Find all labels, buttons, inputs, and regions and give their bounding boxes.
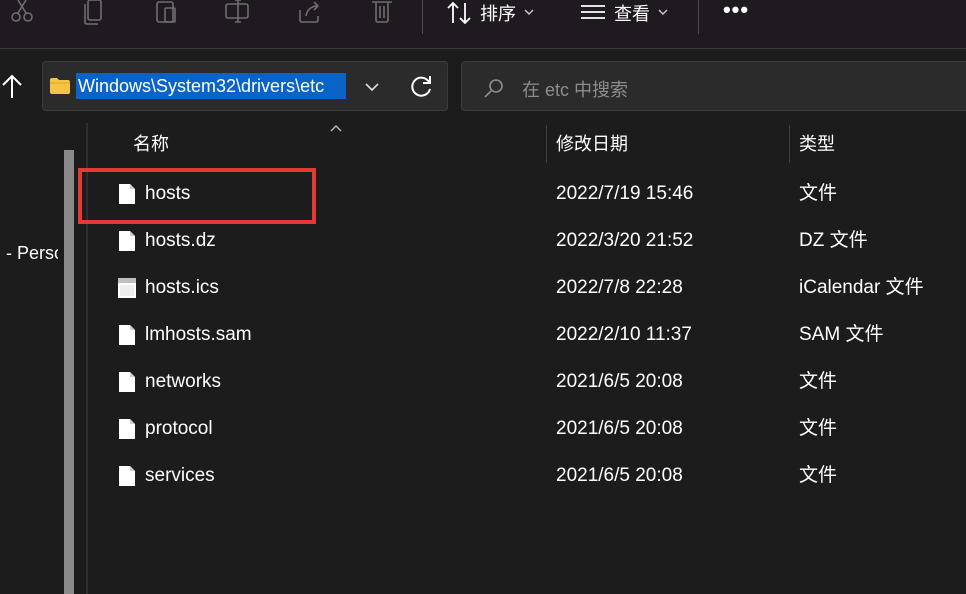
file-row[interactable]: protocol 2021/6/5 20:08 文件 — [100, 406, 966, 452]
calendar-file-icon — [118, 277, 136, 299]
file-type: DZ 文件 — [799, 230, 868, 251]
refresh-button[interactable] — [398, 61, 448, 111]
copy-icon[interactable] — [80, 0, 108, 26]
rename-icon[interactable] — [224, 0, 252, 26]
file-type: iCalendar 文件 — [799, 277, 924, 298]
file-row[interactable]: services 2021/6/5 20:08 文件 — [100, 453, 966, 499]
file-name: networks — [145, 371, 222, 392]
sort-icon — [447, 1, 471, 25]
file-type: 文件 — [799, 465, 838, 486]
file-modified: 2022/2/10 11:37 — [556, 324, 692, 345]
file-icon — [118, 418, 136, 440]
cut-icon[interactable] — [8, 0, 36, 26]
file-modified: 2022/3/20 21:52 — [556, 230, 694, 251]
column-header-modified[interactable]: 修改日期 — [556, 123, 628, 165]
nav-item-personal[interactable]: - Perso — [6, 243, 58, 264]
column-separator[interactable] — [789, 125, 790, 163]
file-name: lmhosts.sam — [145, 324, 252, 345]
address-path-input[interactable]: Windows\System32\drivers\etc — [76, 73, 348, 99]
toolbar-separator — [422, 0, 423, 34]
file-row[interactable]: networks 2021/6/5 20:08 文件 — [100, 359, 966, 405]
view-button[interactable]: 查看 — [580, 0, 668, 26]
navigation-scrollbar[interactable] — [64, 150, 74, 594]
pane-divider[interactable] — [86, 123, 88, 594]
share-icon[interactable] — [296, 0, 324, 26]
more-options-icon[interactable]: ••• — [720, 0, 752, 26]
search-icon — [484, 78, 504, 98]
search-box[interactable]: 在 etc 中搜索 — [461, 61, 966, 111]
file-row[interactable]: lmhosts.sam 2022/2/10 11:37 SAM 文件 — [100, 312, 966, 358]
column-header-type[interactable]: 类型 — [799, 123, 835, 165]
view-label: 查看 — [614, 4, 650, 24]
file-type: 文件 — [799, 183, 838, 204]
file-name: hosts.ics — [145, 277, 219, 298]
toolbar-separator — [698, 0, 699, 34]
search-placeholder: 在 etc 中搜索 — [522, 80, 629, 100]
file-name: hosts.dz — [145, 230, 216, 251]
chevron-down-icon — [658, 9, 668, 15]
chevron-down-icon — [365, 83, 379, 92]
file-icon — [118, 230, 136, 252]
file-icon — [118, 324, 136, 346]
file-modified: 2021/6/5 20:08 — [556, 465, 683, 486]
column-header-name[interactable]: 名称 — [133, 123, 169, 165]
paste-icon[interactable] — [153, 0, 181, 26]
address-history-dropdown[interactable] — [346, 61, 398, 111]
command-bar: 排序 查看 ••• — [0, 0, 966, 49]
file-name: hosts — [145, 183, 191, 204]
refresh-icon — [411, 76, 431, 97]
file-type: SAM 文件 — [799, 324, 884, 345]
file-type: 文件 — [799, 371, 838, 392]
sort-ascending-icon — [329, 120, 343, 132]
file-modified: 2021/6/5 20:08 — [556, 371, 683, 392]
file-icon — [118, 371, 136, 393]
file-modified: 2021/6/5 20:08 — [556, 418, 683, 439]
file-icon — [118, 183, 136, 205]
file-row[interactable]: hosts.ics 2022/7/8 22:28 iCalendar 文件 — [100, 265, 966, 311]
file-row[interactable]: hosts 2022/7/19 15:46 文件 — [100, 171, 966, 217]
chevron-down-icon — [524, 9, 534, 15]
column-separator[interactable] — [546, 125, 547, 163]
file-name: protocol — [145, 418, 213, 439]
file-name: services — [145, 465, 215, 486]
file-modified: 2022/7/8 22:28 — [556, 277, 683, 298]
file-icon — [118, 465, 136, 487]
sort-label: 排序 — [480, 4, 516, 24]
view-icon — [581, 5, 605, 19]
file-modified: 2022/7/19 15:46 — [556, 183, 694, 204]
file-row[interactable]: hosts.dz 2022/3/20 21:52 DZ 文件 — [100, 218, 966, 264]
up-arrow-icon[interactable] — [0, 72, 24, 102]
sort-button[interactable]: 排序 — [446, 0, 534, 26]
folder-icon — [49, 77, 71, 95]
file-type: 文件 — [799, 418, 838, 439]
delete-icon[interactable] — [368, 0, 396, 26]
